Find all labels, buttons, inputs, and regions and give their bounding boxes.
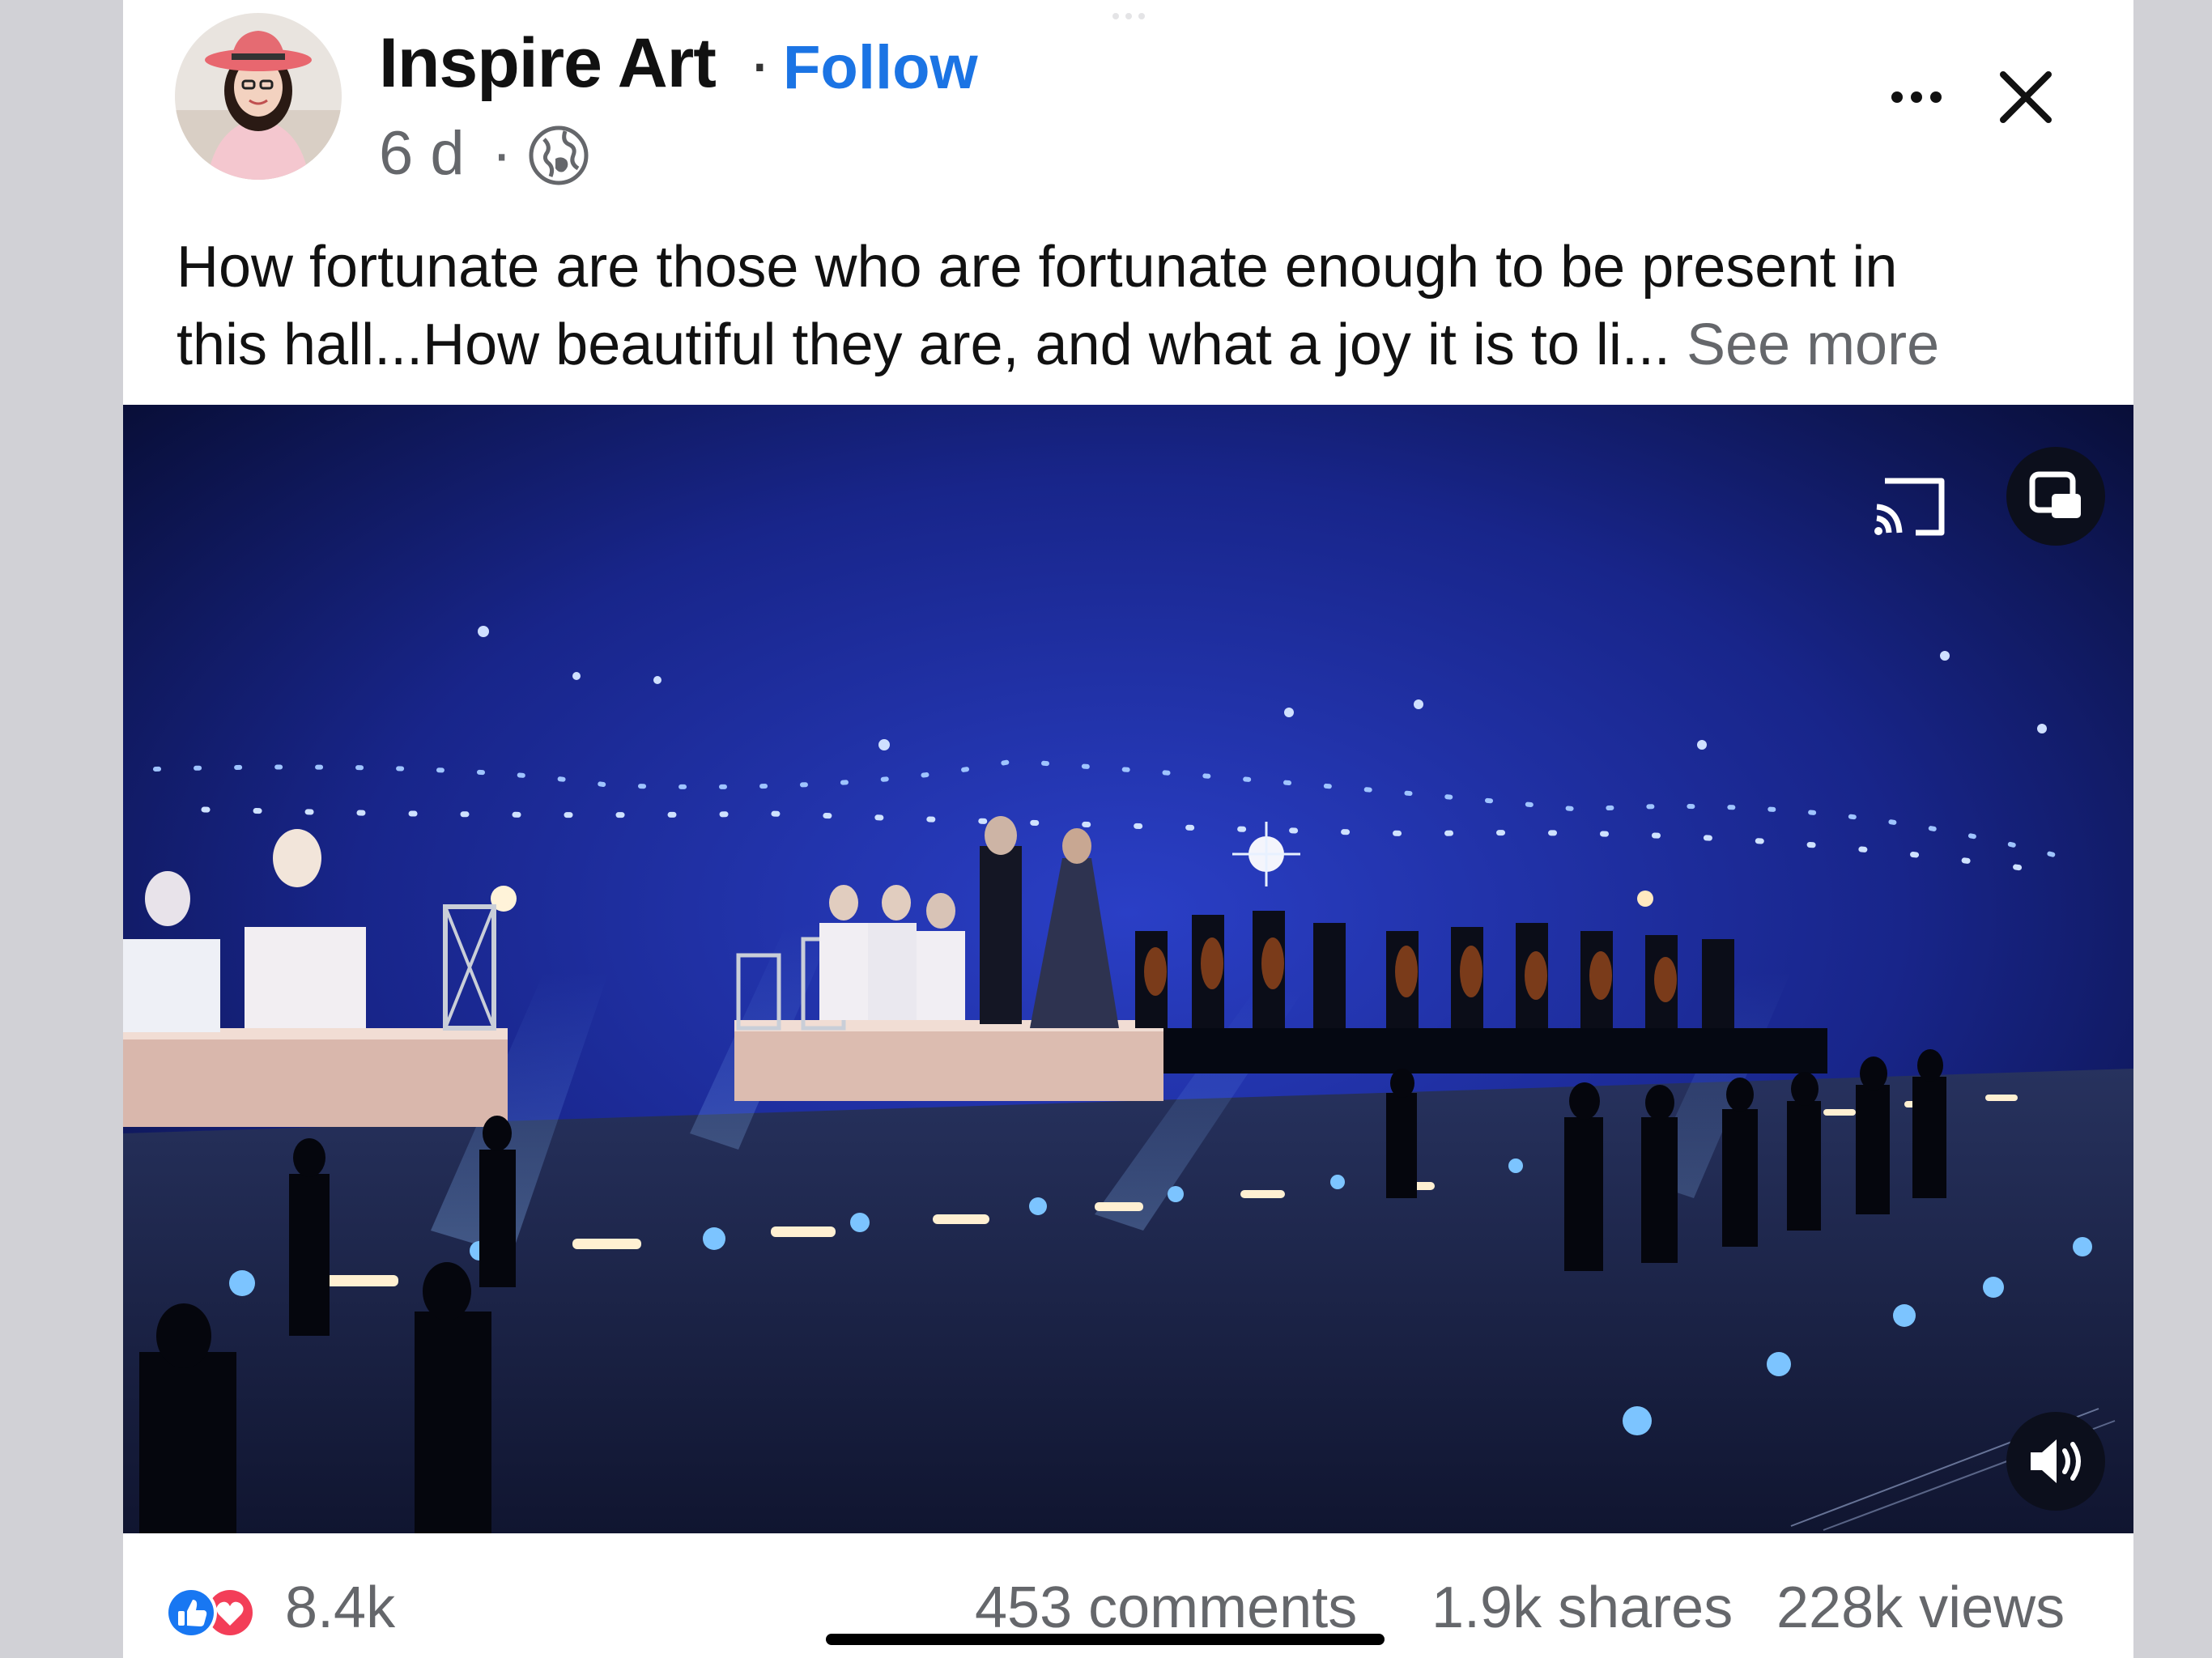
see-more-link[interactable]: See more — [1687, 312, 1939, 377]
globe-icon — [526, 123, 591, 188]
close-icon — [2000, 71, 2052, 123]
views-count: 228k views — [1776, 1575, 2065, 1640]
avatar[interactable] — [175, 13, 342, 180]
separator-dot: · — [491, 119, 513, 188]
caption-line: this hall...How beautiful they are, and … — [177, 306, 1939, 384]
volume-button[interactable] — [2006, 1412, 2105, 1511]
picture-in-picture-button[interactable] — [2006, 447, 2105, 546]
post-timestamp[interactable]: 6 d — [379, 115, 465, 193]
like-icon — [165, 1587, 217, 1639]
shares-count[interactable]: 1.9k shares — [1431, 1569, 1733, 1647]
separator-dot: · — [748, 24, 772, 102]
home-indicator[interactable] — [826, 1634, 1385, 1645]
video-frame[interactable] — [123, 405, 2133, 1533]
reaction-icons[interactable] — [162, 1584, 259, 1642]
cast-button[interactable] — [1861, 458, 1958, 547]
volume-icon — [2031, 1439, 2081, 1483]
picture-in-picture-icon — [2029, 471, 2081, 518]
reaction-count[interactable]: 8.4k — [285, 1569, 395, 1647]
caption-text: this hall...How beautiful they are, and … — [177, 312, 1670, 377]
cast-icon — [1874, 478, 1945, 536]
follow-button[interactable]: Follow — [783, 29, 978, 107]
close-button[interactable] — [1977, 49, 2074, 146]
caption-line: How fortunate are those who are fortunat… — [177, 235, 1898, 300]
video-player[interactable] — [123, 405, 2133, 1533]
post-card: Inspire Art · Follow 6 d · How fortunate… — [123, 0, 2133, 1658]
more-options-button[interactable] — [1872, 65, 1961, 130]
author-name[interactable]: Inspire Art — [379, 23, 717, 104]
drag-handle[interactable] — [1095, 13, 1163, 21]
engagement-bar: 8.4k 453 comments 1.9k shares 228k views — [123, 1533, 2133, 1658]
